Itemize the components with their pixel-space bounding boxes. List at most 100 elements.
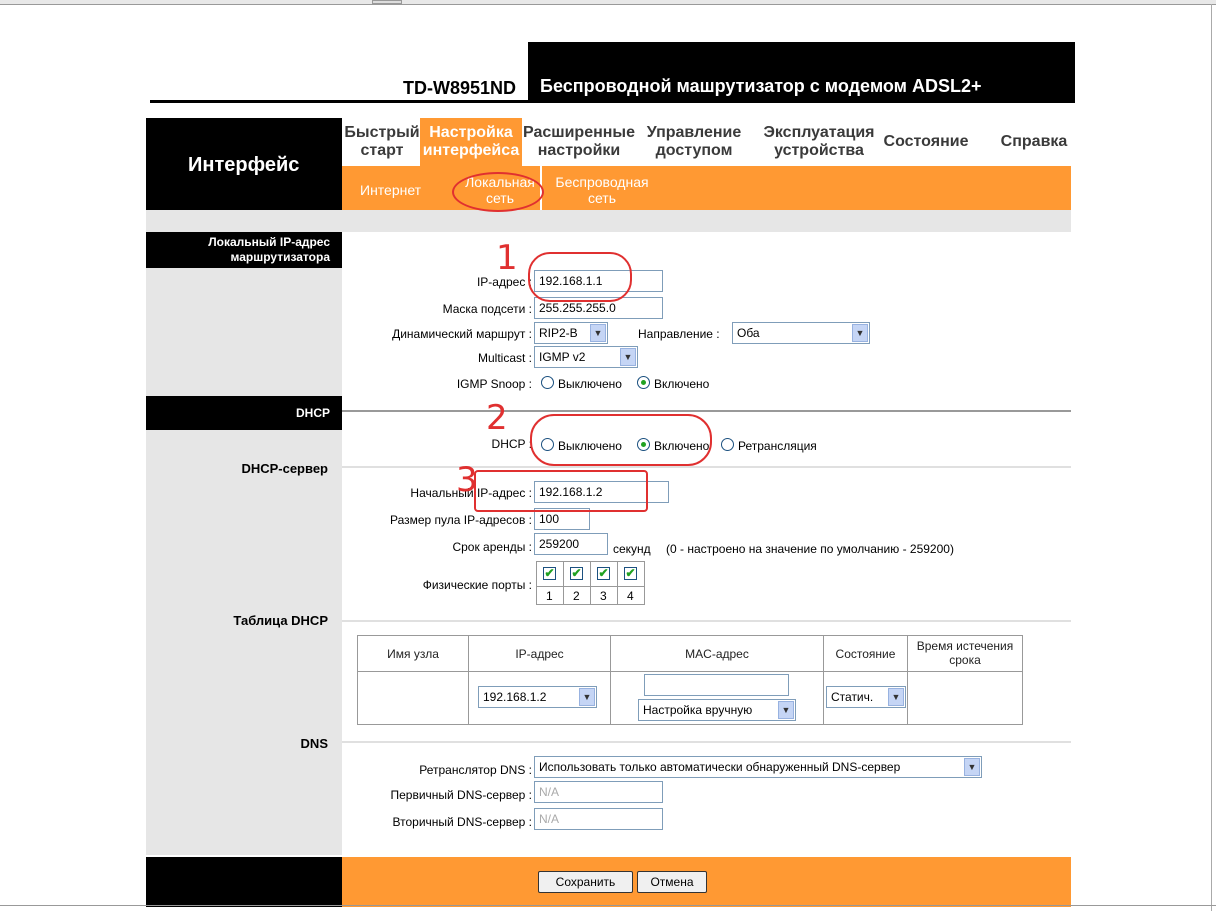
select-value: 192.168.1.2 <box>483 690 547 704</box>
title-bar: Беспроводной машрутизатор с модемом ADSL… <box>528 42 1075 103</box>
igmp-on-radio[interactable] <box>637 376 650 389</box>
save-button[interactable]: Сохранить <box>538 871 633 893</box>
tab-access-management[interactable]: Управление доступом <box>640 124 748 160</box>
model-underline <box>150 100 528 103</box>
lease-time-input[interactable]: 259200 <box>534 533 608 555</box>
dhcp-ip-select[interactable]: 192.168.1.2 ▼ <box>478 686 597 708</box>
dhcp-table-row-divider <box>357 671 1023 672</box>
tab-label: старт <box>360 142 404 159</box>
chevron-down-icon: ▼ <box>852 324 868 342</box>
direction-select[interactable]: Оба ▼ <box>732 322 870 344</box>
ports-grid-vline <box>617 561 618 605</box>
dhcp-server-divider <box>342 466 1071 468</box>
tab-advanced-setup[interactable]: Расширенные настройки <box>522 124 636 160</box>
primary-dns-label: Первичный DNS-сервер : <box>390 788 532 802</box>
dhcp-server-title: DHCP-сервер <box>241 461 328 476</box>
dhcp-table-title: Таблица DHCP <box>233 613 328 628</box>
tab-label: настройки <box>537 142 621 159</box>
dhcp-label: DHCP : <box>491 437 532 451</box>
mac-mode-select[interactable]: Настройка вручную ▼ <box>638 699 796 721</box>
spacer-band <box>146 210 1071 232</box>
footer-left <box>146 857 342 907</box>
annotation-lan-circle <box>452 172 544 212</box>
window-top-border <box>0 4 1216 5</box>
cancel-button[interactable]: Отмена <box>637 871 707 893</box>
annotation-dhcp-circle <box>530 414 712 466</box>
mac-address-input[interactable] <box>644 674 789 696</box>
multicast-select[interactable]: IGMP v2 ▼ <box>534 346 638 368</box>
th-ip: IP-адрес <box>515 647 564 661</box>
tab-label: Состояние <box>883 133 969 150</box>
physical-ports-label: Физические порты : <box>422 578 532 592</box>
tab-label: Управление <box>646 124 742 141</box>
chevron-down-icon: ▼ <box>620 348 636 366</box>
left-column <box>146 232 342 855</box>
th-state: Состояние <box>835 647 896 661</box>
igmp-off-radio[interactable] <box>541 376 554 389</box>
dhcp-divider <box>342 410 1071 412</box>
tab-label: устройства <box>774 142 864 159</box>
subtab-label: сеть <box>587 190 617 206</box>
dhcp-table-divider <box>342 620 1071 622</box>
ports-grid-vline <box>590 561 591 605</box>
port-3-checkbox[interactable]: ✔ <box>597 567 610 580</box>
dhcp-relay-label: Ретрансляция <box>738 439 817 453</box>
annotation-ip-circle <box>528 252 632 302</box>
igmp-on-label: Включено <box>654 377 710 391</box>
tab-label: интерфейса <box>422 142 520 159</box>
igmp-off-label: Выключено <box>558 377 622 391</box>
model-name: TD-W8951ND <box>402 78 516 98</box>
lan-section-title: Локальный IP-адрес маршрутизатора <box>146 232 342 268</box>
tab-status[interactable]: Состояние <box>880 133 972 151</box>
subtab-internet[interactable]: Интернет <box>360 182 421 198</box>
th-hostname: Имя узла <box>387 647 439 661</box>
dns-relay-label: Ретранслятор DNS : <box>419 763 532 777</box>
multicast-label: Multicast : <box>477 351 532 365</box>
ports-grid-vline <box>563 561 564 605</box>
igmp-snoop-label: IGMP Snoop : <box>456 377 532 391</box>
port-2-label: 2 <box>573 589 580 603</box>
port-1-checkbox[interactable]: ✔ <box>543 567 556 580</box>
lan-title-line: маршрутизатора <box>230 250 330 264</box>
tab-label: Настройка <box>429 124 513 141</box>
lease-unit: секунд <box>613 542 651 556</box>
dynamic-route-select[interactable]: RIP2-B ▼ <box>534 322 608 344</box>
select-value: IGMP v2 <box>539 350 586 364</box>
th-mac: MAC-адрес <box>685 647 749 661</box>
annotation-number-1: 1 <box>496 238 518 278</box>
state-select[interactable]: Статич. ▼ <box>826 686 906 708</box>
section-header: Интерфейс <box>146 118 342 210</box>
tab-label: Справка <box>1000 133 1068 150</box>
tab-interface-setup[interactable]: Настройка интерфейса <box>420 118 522 166</box>
secondary-dns-label: Вторичный DNS-сервер : <box>392 815 533 829</box>
subtab-wireless[interactable]: Беспроводная сеть <box>548 174 656 206</box>
window-bottom-border <box>0 905 1216 906</box>
chevron-down-icon: ▼ <box>579 688 595 706</box>
select-value: Использовать только автоматически обнару… <box>539 760 901 774</box>
dns-divider <box>342 741 1071 743</box>
tab-quick-start[interactable]: Быстрый старт <box>344 124 420 160</box>
subtab-label: Беспроводная <box>555 174 649 190</box>
tab-maintenance[interactable]: Эксплуатация устройства <box>758 124 880 160</box>
secondary-dns-input[interactable]: N/A <box>534 808 663 830</box>
chevron-down-icon: ▼ <box>888 688 904 706</box>
window-right-border <box>1211 4 1212 911</box>
dhcp-relay-radio[interactable] <box>721 438 734 451</box>
th-expire-line: срока <box>949 653 981 667</box>
port-3-label: 3 <box>600 589 607 603</box>
dns-relay-select[interactable]: Использовать только автоматически обнару… <box>534 756 982 778</box>
th-expire: Время истечения срока <box>908 639 1022 667</box>
tab-label: Расширенные <box>523 124 635 141</box>
primary-dns-input[interactable]: N/A <box>534 781 663 803</box>
tab-label: доступом <box>655 142 733 159</box>
chevron-down-icon: ▼ <box>778 701 794 719</box>
tab-help[interactable]: Справка <box>994 133 1074 151</box>
port-4-checkbox[interactable]: ✔ <box>624 567 637 580</box>
select-value: Статич. <box>831 690 874 704</box>
port-4-label: 4 <box>627 589 634 603</box>
port-2-checkbox[interactable]: ✔ <box>570 567 583 580</box>
select-value: RIP2-B <box>539 326 578 340</box>
select-value: Оба <box>737 326 760 340</box>
dns-section-title: DNS <box>300 736 328 751</box>
select-value: Настройка вручную <box>643 703 753 717</box>
